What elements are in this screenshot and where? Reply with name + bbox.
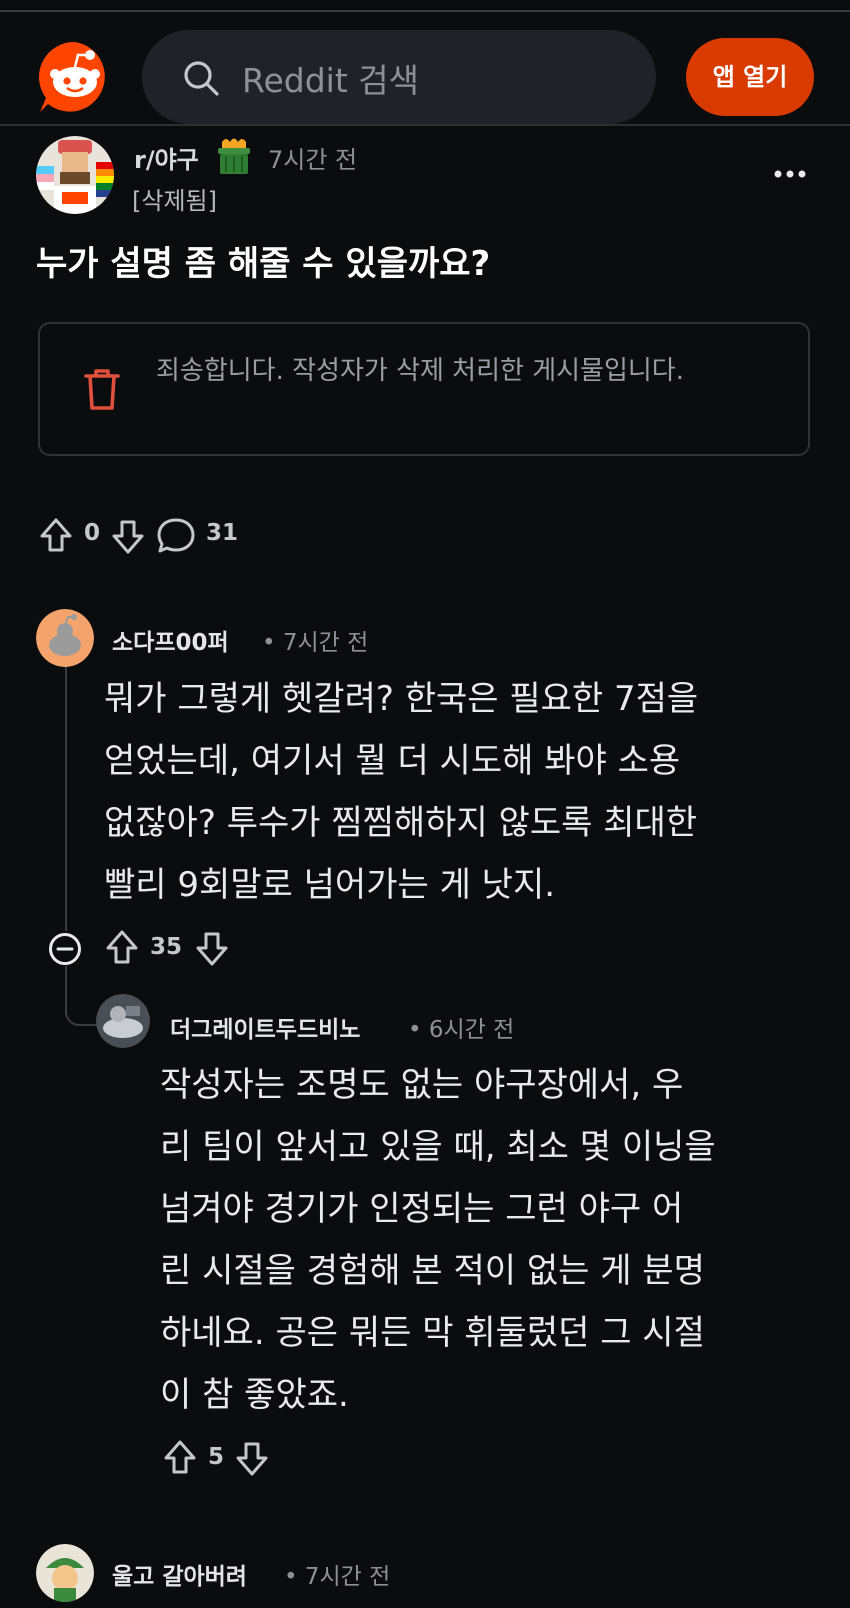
reddit-logo-icon[interactable] bbox=[36, 38, 114, 116]
open-app-button[interactable]: 앱 열기 bbox=[686, 38, 814, 116]
comment-vote-count: 35 bbox=[150, 934, 183, 960]
post-title[interactable]: 누가 설명 좀 해줄 수 있을까요? bbox=[36, 236, 490, 285]
comment-line: 넘겨야 경기가 인정되는 그런 야구 어 bbox=[160, 1189, 684, 1229]
comment-line: 작성자는 조명도 없는 야구장에서, 우 bbox=[160, 1065, 684, 1105]
search-icon bbox=[184, 61, 219, 96]
comment-line: 린 시절을 경험해 본 적이 없는 게 분명 bbox=[160, 1251, 705, 1291]
comment-username[interactable]: 소다프00퍼 bbox=[112, 623, 229, 657]
upvote-icon[interactable] bbox=[104, 926, 140, 970]
user-avatar[interactable] bbox=[96, 994, 150, 1048]
comment-body: 뭐가 그렇게 헷갈려? 한국은 필요한 7점을 얻었는데, 여기서 뭘 더 시도… bbox=[104, 668, 698, 916]
comment-time: • 7시간 전 bbox=[262, 630, 369, 656]
collapse-thread-icon[interactable] bbox=[48, 932, 82, 966]
comment-line: 없잖아? 투수가 찜찜해하지 않도록 최대한 bbox=[104, 803, 698, 843]
comment-time: • 6시간 전 bbox=[408, 1017, 515, 1043]
comment-icon[interactable] bbox=[156, 514, 196, 558]
downvote-icon[interactable] bbox=[110, 514, 146, 558]
search-bar[interactable]: Reddit 검색 bbox=[142, 30, 656, 124]
search-placeholder: Reddit 검색 bbox=[242, 61, 419, 100]
downvote-icon[interactable] bbox=[234, 1436, 270, 1480]
upvote-icon[interactable] bbox=[38, 514, 74, 558]
comment-line: 하네요. 공은 뭐든 막 휘둘렀던 그 시절 bbox=[160, 1313, 705, 1353]
comment-vote-count: 5 bbox=[208, 1444, 225, 1470]
downvote-icon[interactable] bbox=[194, 926, 230, 970]
comment-line: 뭐가 그렇게 헷갈려? 한국은 필요한 7점을 bbox=[104, 679, 699, 719]
comment-time: • 7시간 전 bbox=[284, 1564, 391, 1590]
subreddit-name[interactable]: r/야구 bbox=[134, 140, 199, 175]
comment-line: 리 팀이 앞서고 있을 때, 최소 몇 이닝을 bbox=[160, 1127, 716, 1167]
trash-icon bbox=[84, 369, 120, 410]
header: Reddit 검색 앱 열기 bbox=[0, 12, 850, 124]
deleted-notice: 죄송합니다. 작성자가 삭제 처리한 게시물입니다. bbox=[38, 322, 810, 456]
comment-username[interactable]: 더그레이트두드비노 bbox=[170, 1010, 360, 1044]
post-author: [삭제됨] bbox=[132, 187, 217, 215]
user-avatar[interactable] bbox=[36, 609, 94, 667]
comment-line: 얻었는데, 여기서 뭘 더 시도해 봐야 소용 bbox=[104, 741, 681, 781]
thread-line bbox=[65, 966, 67, 1010]
post-comment-count: 31 bbox=[206, 520, 239, 546]
thread-line bbox=[65, 665, 67, 931]
user-avatar[interactable] bbox=[36, 1544, 94, 1602]
post-vote-count: 0 bbox=[84, 520, 101, 546]
comment-line: 빨리 9회말로 넘어가는 게 낫지. bbox=[104, 865, 556, 905]
comment-username[interactable]: 울고 갈아버려 bbox=[112, 1557, 247, 1591]
header-divider bbox=[0, 124, 850, 126]
upvote-icon[interactable] bbox=[162, 1436, 198, 1480]
subreddit-avatar[interactable] bbox=[36, 136, 114, 214]
comment-line: 이 참 좋았죠. bbox=[160, 1375, 349, 1415]
more-options-icon[interactable] bbox=[770, 160, 810, 188]
comment-body: 작성자는 조명도 없는 야구장에서, 우 리 팀이 앞서고 있을 때, 최소 몇… bbox=[160, 1054, 716, 1426]
money-dumpster-icon bbox=[212, 136, 256, 176]
deleted-notice-text: 죄송합니다. 작성자가 삭제 처리한 게시물입니다. bbox=[156, 356, 684, 386]
post-time: 7시간 전 bbox=[268, 146, 358, 174]
